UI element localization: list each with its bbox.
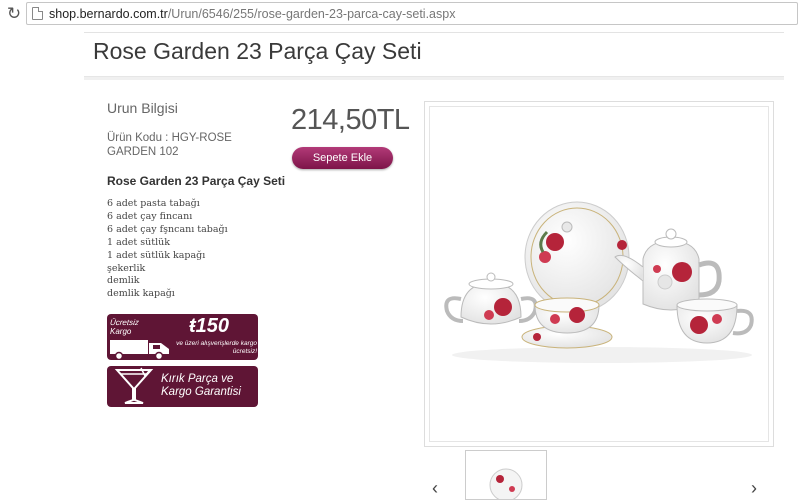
truck-icon <box>110 340 169 360</box>
banner-free-label: Ücretsiz <box>109 318 140 327</box>
add-to-cart-button[interactable]: Sepete Ekle <box>292 147 393 169</box>
product-price: 214,50TL <box>291 104 410 136</box>
free-shipping-amount: ŧ150 <box>189 315 230 337</box>
banner-cargo-label: Kargo <box>110 327 132 336</box>
url-path: /Urun/6546/255/rose-garden-23-parca-cay-… <box>167 6 456 21</box>
list-item: demlik kapağı <box>107 288 175 300</box>
guarantee-text-line2: Kargo Garantisi <box>161 386 241 398</box>
address-bar[interactable]: shop.bernardo.com.tr/Urun/6546/255/rose-… <box>26 2 798 25</box>
free-shipping-banner[interactable]: Ücretsiz Kargo ŧ150 ve üzeri alışverişle… <box>107 314 258 360</box>
thumbnail-image[interactable] <box>465 450 547 500</box>
reload-icon[interactable]: ↻ <box>4 4 24 24</box>
list-item: 6 adet pasta tabağı <box>107 198 200 209</box>
guarantee-banner[interactable]: Kırık Parça ve Kargo Garantisi <box>107 366 258 407</box>
title-divider <box>84 76 784 80</box>
list-item: demlik <box>107 275 140 287</box>
url-text[interactable]: shop.bernardo.com.tr/Urun/6546/255/rose-… <box>49 7 455 21</box>
broken-glass-icon <box>114 367 154 404</box>
divider <box>84 32 784 33</box>
product-contents-list: 6 adet pasta tabağı 6 adet çay fincanı 6… <box>107 198 228 301</box>
product-name: Rose Garden 23 Parça Çay Seti <box>107 174 286 188</box>
gallery-prev-arrow[interactable]: ‹ <box>432 478 438 499</box>
product-info-heading: Urun Bilgisi <box>107 100 178 116</box>
list-item: 6 adet çay fşncanı tabağı <box>107 223 228 235</box>
list-item: 6 adet çay fincanı <box>107 210 193 222</box>
product-image <box>444 201 754 363</box>
thumbnail-product-image <box>489 468 523 499</box>
free-shipping-subtext: ve üzeri alışverişlerde kargo ücretsiz! <box>176 340 257 355</box>
url-domain: shop.bernardo.com.tr <box>49 6 168 21</box>
browser-chrome: ↻ shop.bernardo.com.tr/Urun/6546/255/ros… <box>0 0 800 28</box>
gallery-next-arrow[interactable]: › <box>751 478 757 499</box>
list-item: şekerlik <box>107 262 146 274</box>
page-icon <box>32 7 43 20</box>
guarantee-text-line1: Kırık Parça ve <box>161 373 234 385</box>
guarantee-text: Kırık Parça ve Kargo Garantisi <box>161 373 241 399</box>
page-title: Rose Garden 23 Parça Çay Seti <box>93 38 422 64</box>
product-code: Ürün Kodu : HGY-ROSE GARDEN 102 <box>107 132 232 158</box>
product-image-frame[interactable] <box>424 101 774 447</box>
list-item: 1 adet sütlük <box>107 236 170 248</box>
list-item: 1 adet sütlük kapağı <box>107 249 206 261</box>
